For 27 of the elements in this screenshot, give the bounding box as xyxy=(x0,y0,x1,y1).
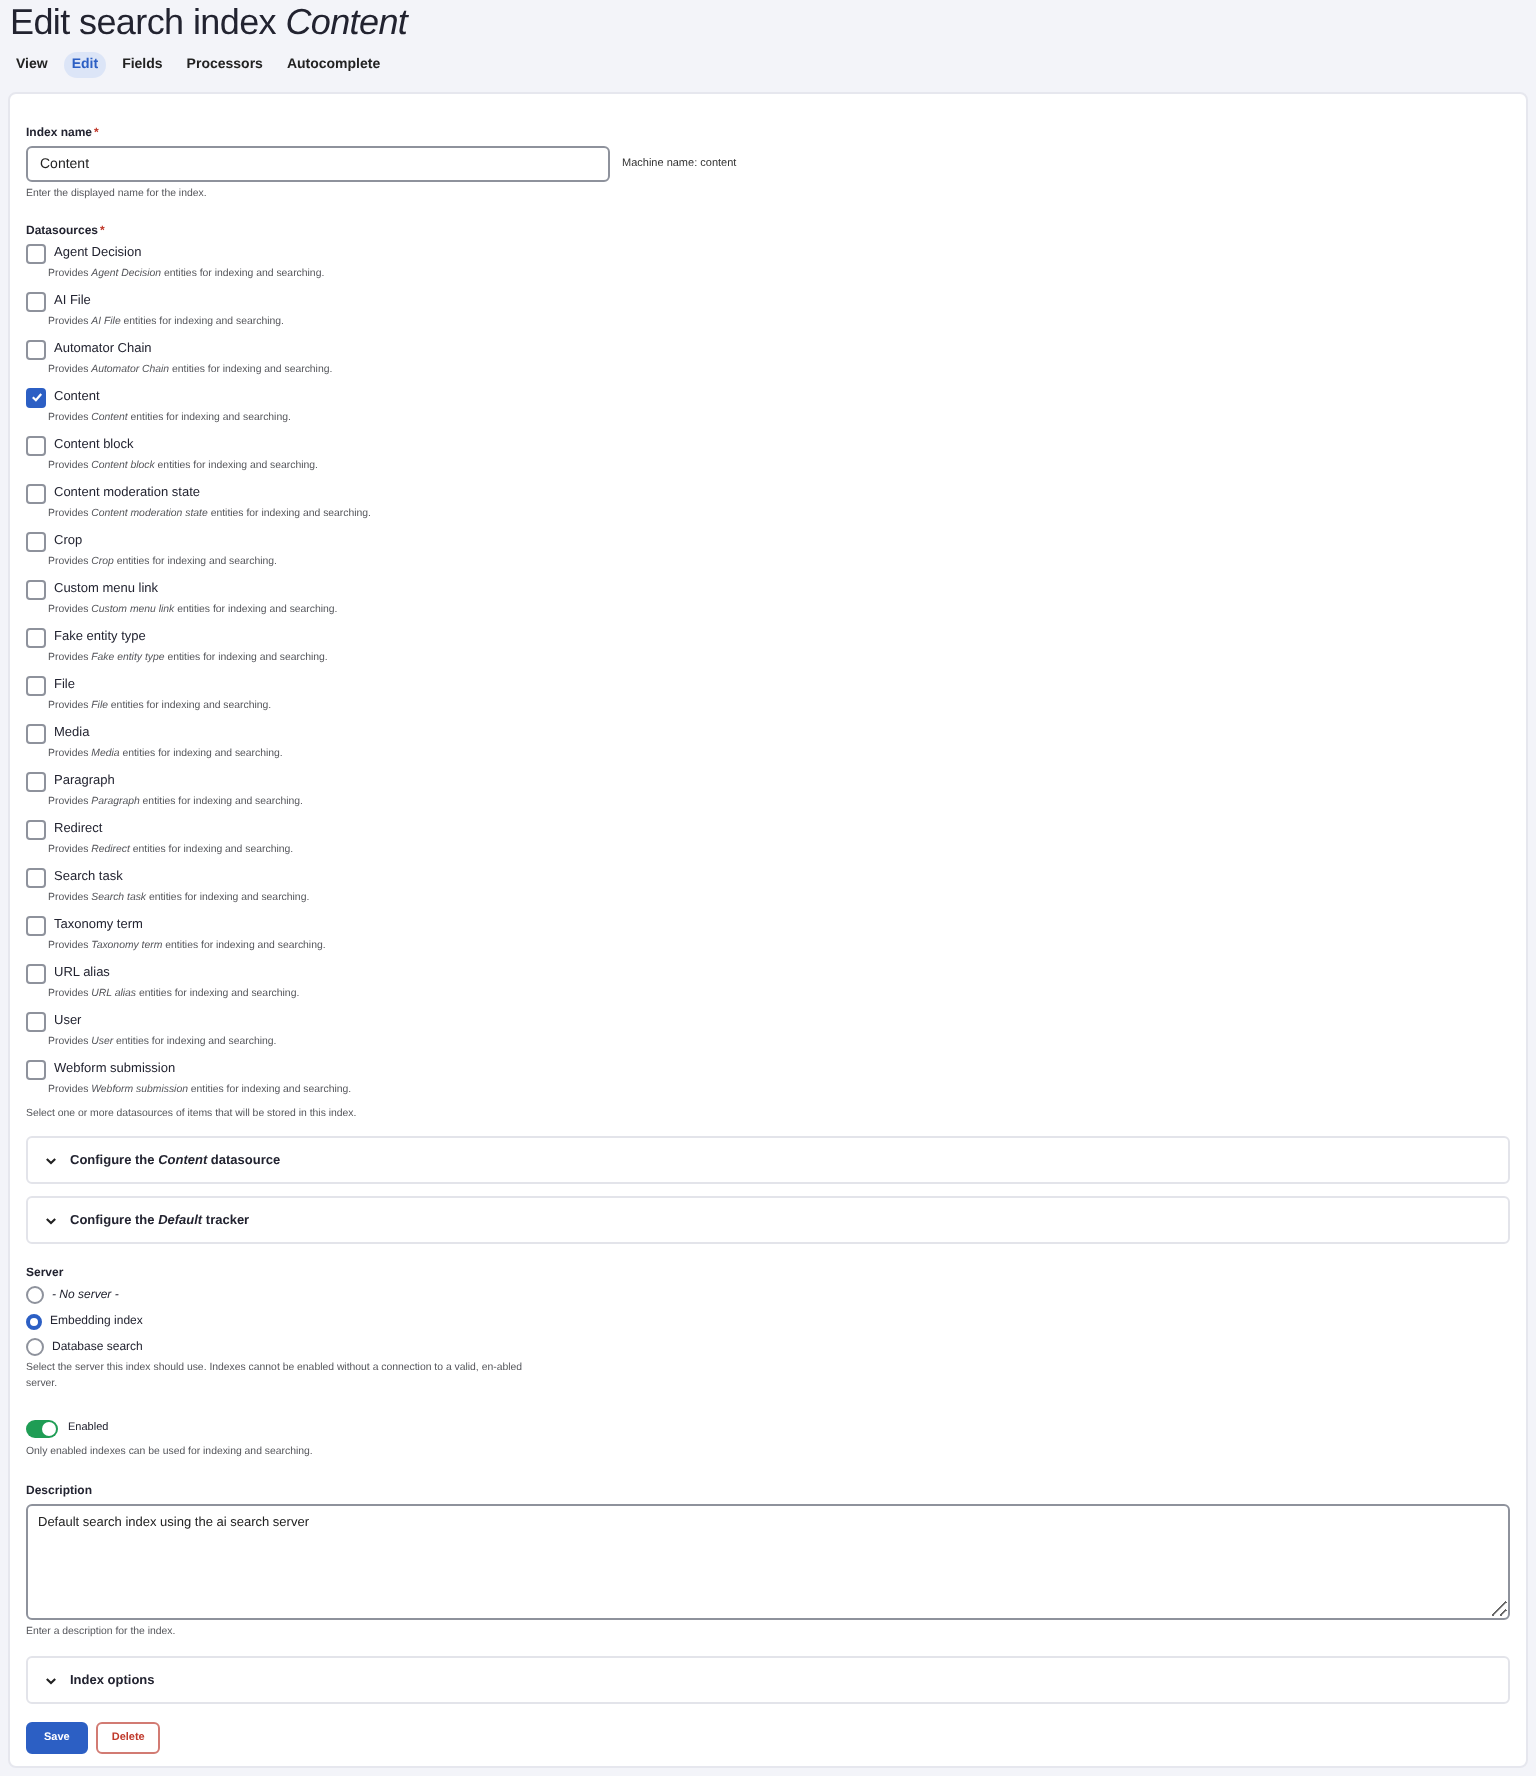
chevron-icon xyxy=(44,1213,58,1227)
checkbox[interactable] xyxy=(26,963,46,983)
checkbox[interactable] xyxy=(26,387,46,407)
toggle-switch[interactable] xyxy=(26,1419,58,1437)
checkbox[interactable] xyxy=(26,579,46,599)
checkbox[interactable] xyxy=(26,723,46,743)
checkbox[interactable] xyxy=(26,771,46,791)
chevron-icon xyxy=(44,1673,58,1687)
checkbox[interactable] xyxy=(26,915,46,935)
checkbox[interactable] xyxy=(26,1011,46,1031)
checkbox[interactable] xyxy=(26,531,46,551)
radio-button[interactable] xyxy=(26,1286,44,1304)
chevron-icon xyxy=(44,1153,58,1167)
checkbox[interactable] xyxy=(26,435,46,455)
checkbox[interactable] xyxy=(26,339,46,359)
checkbox[interactable] xyxy=(26,675,46,695)
checkbox[interactable] xyxy=(26,819,46,839)
checkbox[interactable] xyxy=(26,627,46,647)
radio-button[interactable] xyxy=(26,1313,42,1329)
checkbox[interactable] xyxy=(26,867,46,887)
radio-button[interactable] xyxy=(26,1338,44,1356)
checkbox[interactable] xyxy=(26,483,46,503)
checkbox[interactable] xyxy=(26,243,46,263)
checkbox[interactable] xyxy=(26,1059,46,1079)
page-title: Edit search index Content xyxy=(8,0,411,42)
checkbox[interactable] xyxy=(26,291,46,311)
checkmark-icon xyxy=(29,390,43,404)
